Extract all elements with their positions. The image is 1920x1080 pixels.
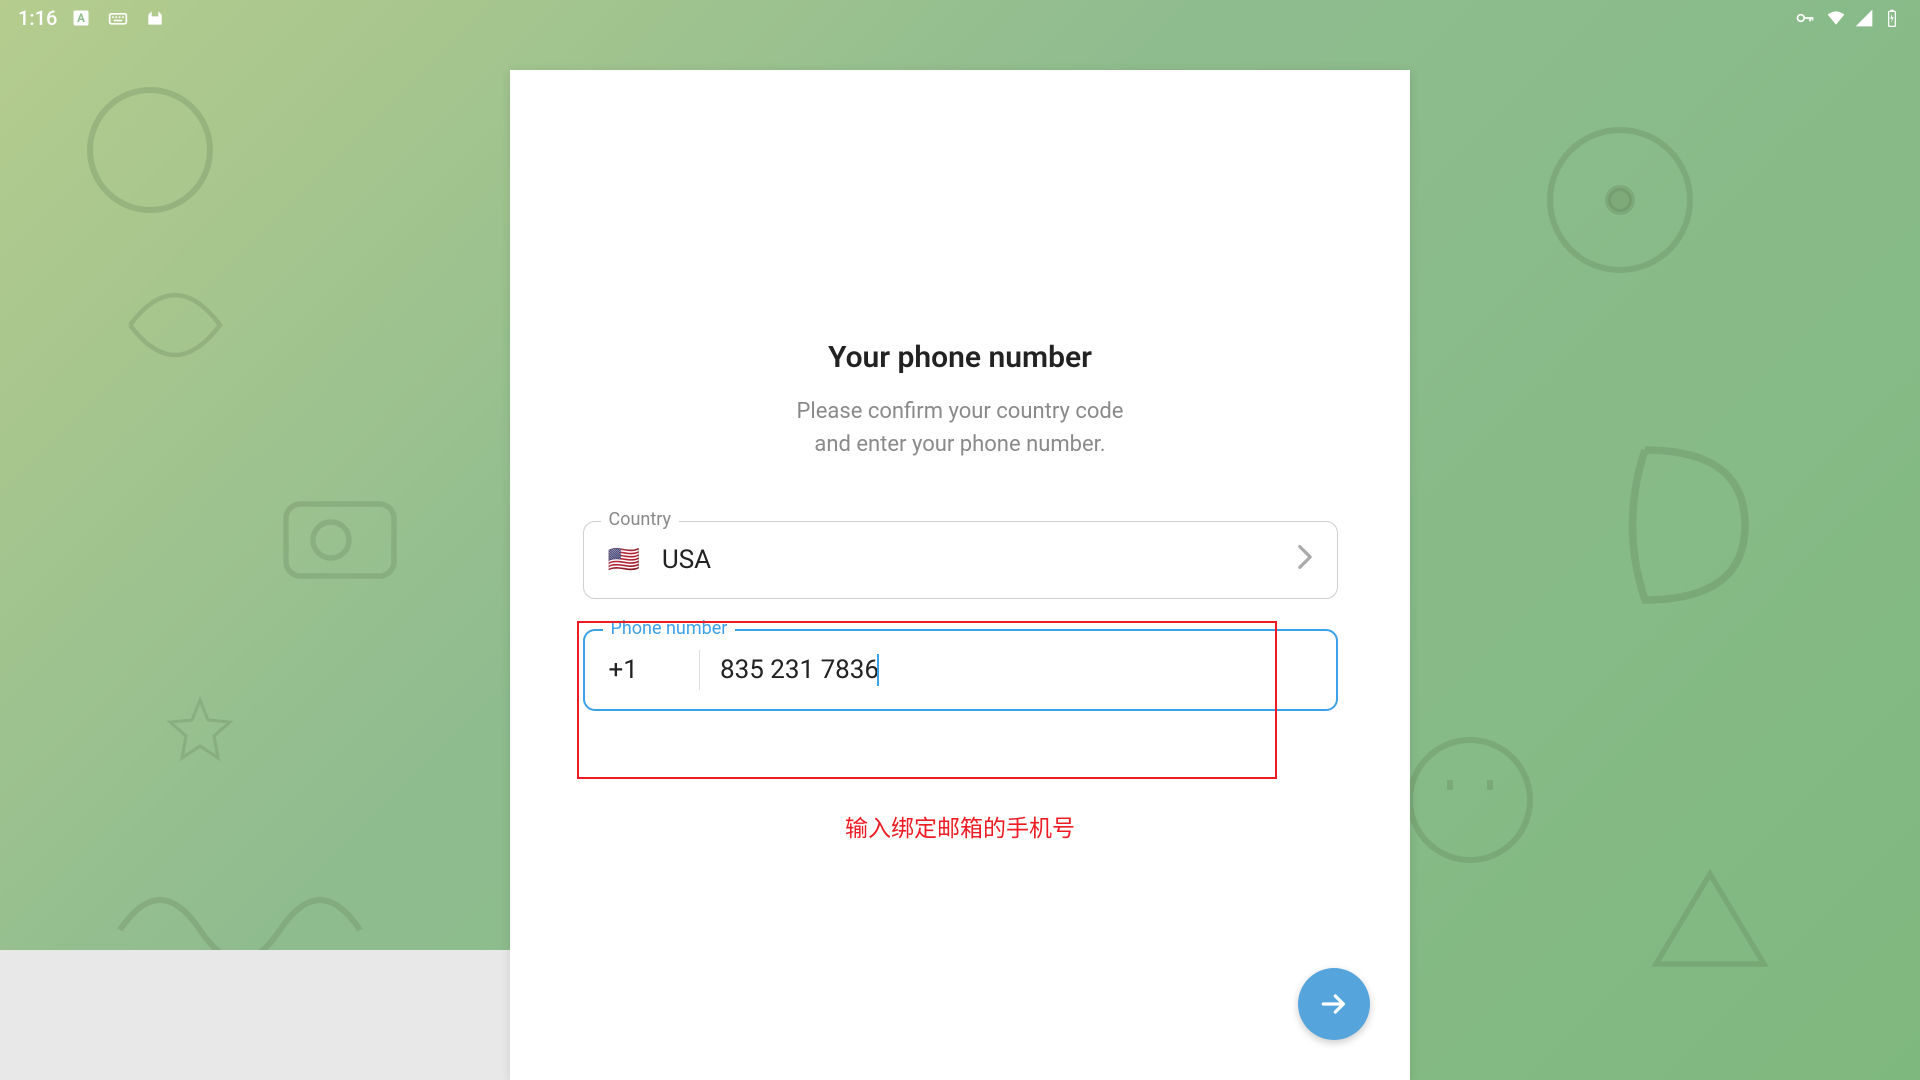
signal-icon [1854, 8, 1874, 28]
chevron-right-icon [1297, 544, 1313, 576]
keyboard-icon [105, 8, 131, 28]
page-subtitle: Please confirm your country code and ent… [797, 395, 1124, 461]
phone-label: Phone number [603, 618, 736, 639]
status-time: 1:16 [18, 6, 57, 30]
phone-number-input[interactable]: 835 231 7836 [720, 654, 879, 686]
submit-button[interactable] [1298, 968, 1370, 1040]
arrow-right-icon [1318, 988, 1350, 1020]
country-flag-icon: 🇺🇸 [608, 545, 640, 575]
country-label: Country [601, 509, 680, 530]
battery-icon [1882, 8, 1902, 28]
svg-text:A: A [77, 11, 85, 25]
bottom-navigation-bar [0, 950, 510, 1080]
cat-icon [145, 8, 165, 28]
country-selector[interactable]: 🇺🇸 USA [583, 521, 1338, 599]
phone-field[interactable]: Phone number +1 835 231 7836 [583, 629, 1338, 711]
country-code-input[interactable]: +1 [609, 655, 699, 685]
language-icon: A [71, 8, 91, 28]
status-bar: 1:16 A [0, 0, 1920, 36]
login-card: Your phone number Please confirm your co… [510, 70, 1410, 1080]
vpn-key-icon [1792, 8, 1818, 28]
field-divider [699, 650, 701, 690]
text-cursor [877, 654, 879, 686]
country-name: USA [662, 545, 1297, 575]
annotation-hint-text: 输入绑定邮箱的手机号 [580, 809, 1340, 843]
page-title: Your phone number [828, 340, 1092, 375]
country-field-wrapper: Country 🇺🇸 USA [583, 521, 1338, 599]
wifi-icon [1826, 8, 1846, 28]
phone-field-wrapper: Phone number +1 835 231 7836 [583, 629, 1338, 711]
